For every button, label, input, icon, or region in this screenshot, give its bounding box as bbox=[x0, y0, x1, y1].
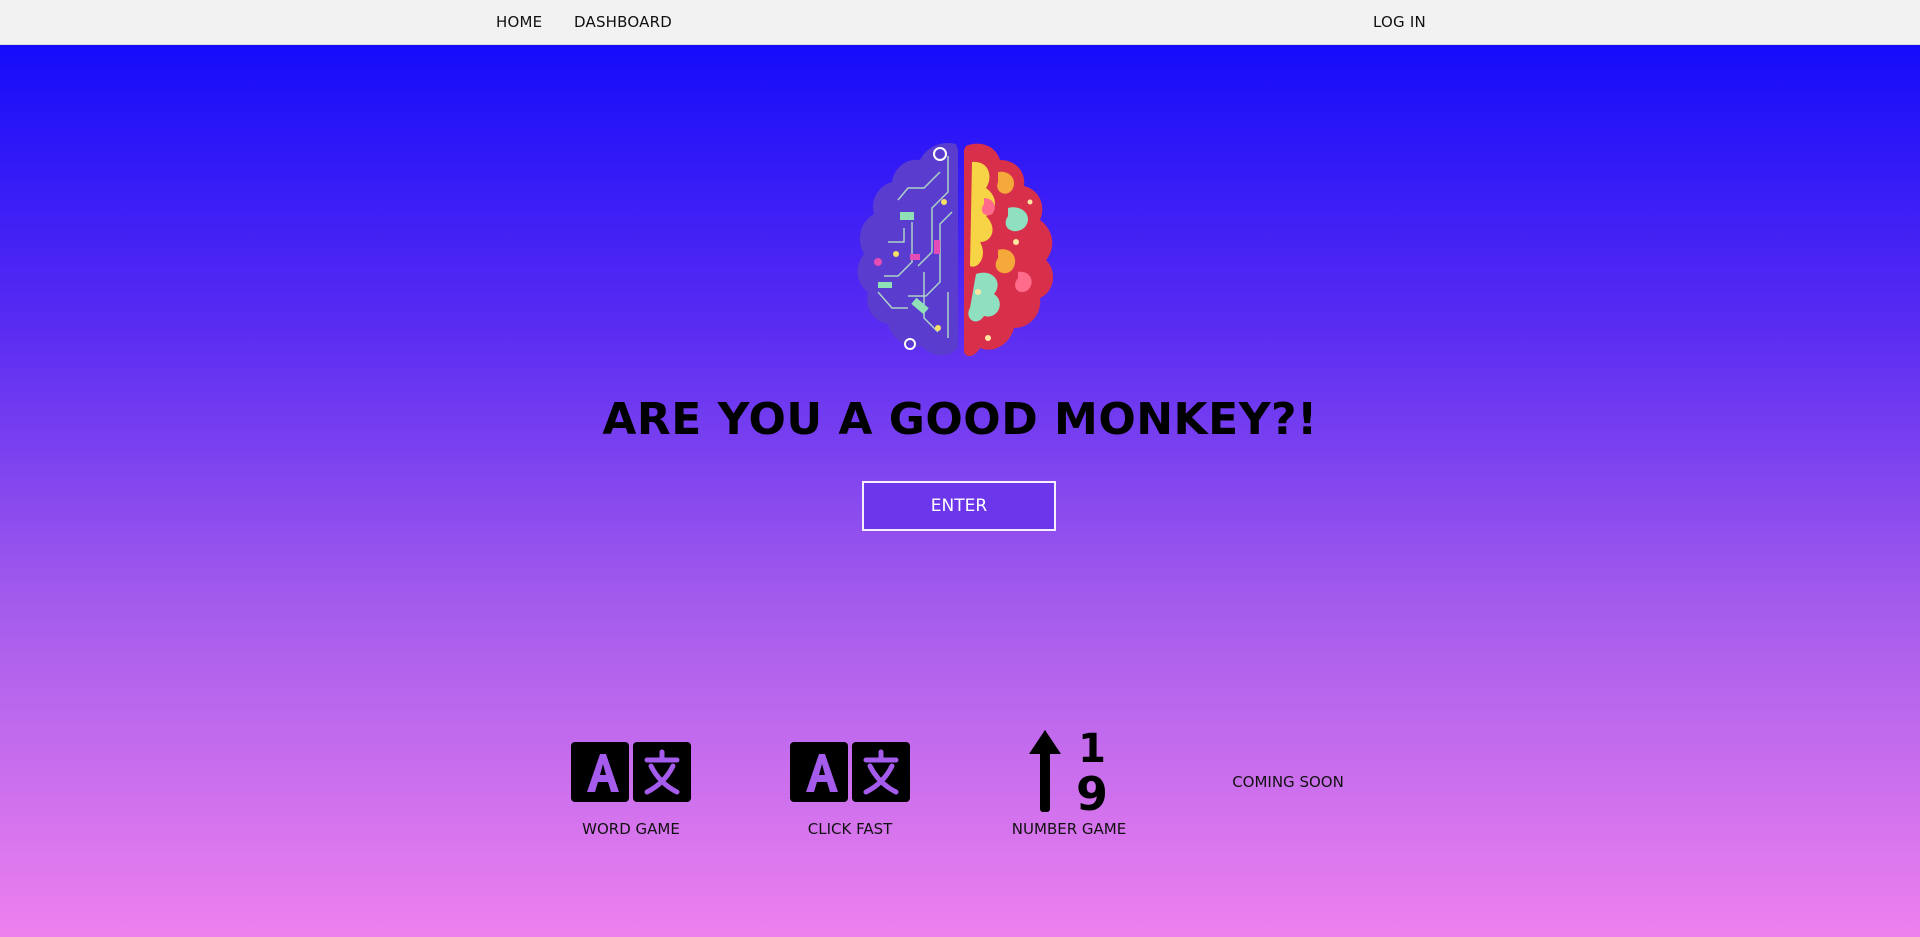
nav-home-link[interactable]: HOME bbox=[496, 0, 542, 44]
brain-illustration bbox=[857, 142, 1054, 357]
nav-dashboard-link[interactable]: DASHBOARD bbox=[574, 0, 672, 44]
brain-left-hemisphere bbox=[857, 142, 958, 356]
translate-icon bbox=[790, 742, 910, 802]
navbar: HOME DASHBOARD LOG IN bbox=[0, 0, 1920, 45]
enter-button[interactable]: ENTER bbox=[862, 481, 1056, 531]
number-icon-digit-top: 1 bbox=[1078, 726, 1106, 772]
number-icon-digit-bottom: 9 bbox=[1076, 767, 1108, 816]
game-card-coming-soon: COMING SOON bbox=[1198, 726, 1378, 846]
page-headline: ARE YOU A GOOD MONKEY?! bbox=[602, 394, 1318, 445]
game-label-number: NUMBER GAME bbox=[1011, 820, 1127, 838]
game-label-word: WORD GAME bbox=[582, 820, 680, 838]
game-card-number[interactable]: 1 9 NUMBER GAME bbox=[979, 726, 1159, 846]
game-card-word[interactable]: WORD GAME bbox=[541, 726, 721, 846]
game-label-coming-soon: COMING SOON bbox=[1232, 773, 1344, 791]
game-card-click[interactable]: CLICK FAST bbox=[760, 726, 940, 846]
translate-icon bbox=[571, 742, 691, 802]
nav-login-link[interactable]: LOG IN bbox=[1373, 0, 1426, 44]
sort-numeric-up-icon: 1 9 bbox=[1029, 726, 1108, 816]
game-label-click: CLICK FAST bbox=[807, 820, 893, 838]
